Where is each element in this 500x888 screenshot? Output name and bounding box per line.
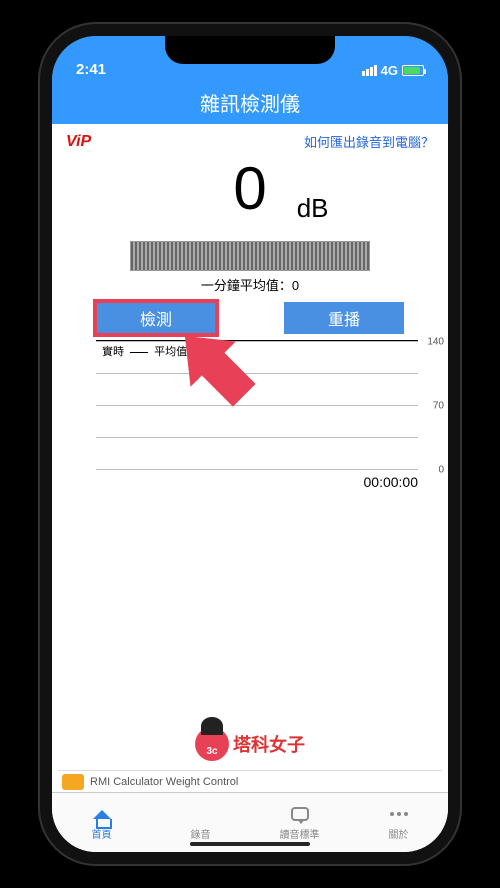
ad-icon <box>62 774 84 790</box>
ytick-70: 70 <box>433 401 444 412</box>
tab-about[interactable]: 關於 <box>349 793 448 852</box>
content: ViP 如何匯出錄音到電腦？ 0 dB 一分鐘平均值：0 檢測 重播 實時 <box>52 124 448 852</box>
chart: 實時 平均值 140 70 0 <box>96 340 418 470</box>
home-indicator[interactable] <box>190 842 310 846</box>
tab-standard-label: 讀音標準 <box>280 826 320 841</box>
watermark-text: 塔科女子 <box>233 731 305 757</box>
replay-button[interactable]: 重播 <box>284 302 404 334</box>
ad-text: RMI Calculator Weight Control <box>90 776 238 788</box>
db-unit: dB <box>297 193 329 224</box>
signal-icon <box>362 65 377 76</box>
reading: 0 dB <box>52 159 448 235</box>
network-label: 4G <box>381 63 398 78</box>
notch <box>165 36 335 64</box>
tab-record-label: 錄音 <box>191 826 211 841</box>
tab-about-label: 關於 <box>389 826 409 841</box>
status-right: 4G <box>362 63 424 78</box>
db-value: 0 <box>233 159 266 219</box>
record-icon <box>192 804 210 824</box>
nav-title: 雜訊檢測儀 <box>200 88 300 117</box>
legend-realtime: 實時 <box>102 346 124 358</box>
ad-banner[interactable]: RMI Calculator Weight Control <box>58 770 442 792</box>
watermark: 塔科女子 <box>52 727 448 766</box>
level-meter <box>130 241 370 271</box>
phone-frame: 2:41 4G 雜訊檢測儀 ViP 如何匯出錄音到電腦？ 0 dB 一分鐘平均值… <box>40 24 460 864</box>
vip-badge[interactable]: ViP <box>66 133 91 151</box>
screen: 2:41 4G 雜訊檢測儀 ViP 如何匯出錄音到電腦？ 0 dB 一分鐘平均值… <box>52 36 448 852</box>
standard-icon <box>289 804 311 824</box>
home-icon <box>91 804 113 824</box>
nav-bar: 雜訊檢測儀 <box>52 80 448 124</box>
ytick-140: 140 <box>427 337 444 348</box>
tab-home[interactable]: 首頁 <box>52 793 151 852</box>
timer: 00:00:00 <box>52 474 418 490</box>
battery-icon <box>402 65 424 76</box>
export-help-link[interactable]: 如何匯出錄音到電腦？ <box>304 132 434 151</box>
status-time: 2:41 <box>76 61 106 78</box>
more-icon <box>388 804 410 824</box>
minute-avg-label: 一分鐘平均值：0 <box>52 275 448 294</box>
watermark-icon <box>195 727 229 761</box>
ytick-0: 0 <box>438 465 444 476</box>
